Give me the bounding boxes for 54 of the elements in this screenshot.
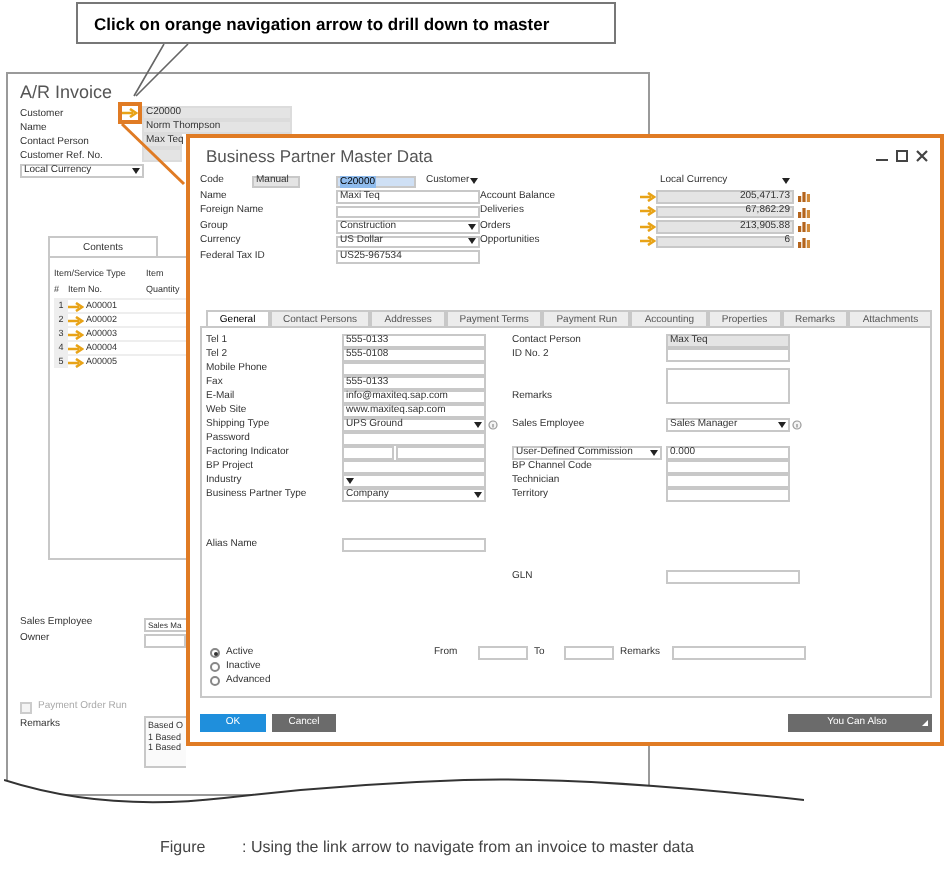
info-icon[interactable]	[792, 420, 802, 430]
callout: Click on orange navigation arrow to drill down to master	[76, 2, 616, 44]
dropdown-arrow-icon	[778, 422, 786, 428]
link-arrow-icon[interactable]	[68, 329, 84, 339]
input-field[interactable]	[666, 474, 790, 488]
window-title: A/R Invoice	[20, 80, 113, 104]
dropdown-arrow-icon	[474, 492, 482, 498]
link-arrow-icon[interactable]	[640, 236, 656, 247]
input-field[interactable]	[666, 488, 790, 502]
close-icon[interactable]	[916, 150, 928, 162]
bar-chart-icon[interactable]	[798, 220, 810, 233]
dropdown-arrow-icon	[132, 168, 140, 174]
input-field[interactable]	[342, 446, 394, 460]
input-field[interactable]	[342, 432, 486, 446]
input-field[interactable]	[564, 646, 614, 660]
text-area[interactable]	[666, 368, 790, 404]
dropdown-arrow-icon	[469, 178, 478, 185]
input-field[interactable]	[666, 460, 790, 474]
link-arrow-icon[interactable]	[68, 343, 84, 353]
radio-button[interactable]	[210, 662, 220, 672]
bar-chart-icon[interactable]	[798, 205, 810, 218]
input-field[interactable]	[672, 646, 806, 660]
radio-button[interactable]	[210, 648, 220, 658]
link-arrow-icon[interactable]	[640, 191, 656, 202]
link-arrow-icon[interactable]	[640, 221, 656, 232]
bar-chart-icon[interactable]	[798, 235, 810, 248]
input-field[interactable]	[396, 446, 486, 460]
link-arrow-icon[interactable]	[640, 206, 656, 217]
input-field[interactable]	[342, 538, 486, 552]
input-field[interactable]	[336, 205, 480, 218]
bar-chart-icon[interactable]	[798, 190, 810, 203]
dropdown[interactable]	[342, 474, 486, 488]
callout-pointer	[132, 44, 192, 98]
dropdown-arrow-icon	[474, 422, 482, 428]
dropdown-arrow-icon	[782, 178, 790, 185]
dropdown-arrow-icon	[650, 450, 658, 456]
link-arrow-icon[interactable]	[68, 357, 84, 367]
menu-arrow-icon	[922, 720, 928, 726]
link-arrow-icon[interactable]	[122, 108, 138, 118]
window-title: Business Partner Master Data	[206, 143, 433, 169]
maximize-icon[interactable]	[896, 150, 908, 162]
dropdown-arrow-icon	[346, 478, 354, 484]
input-field[interactable]	[342, 362, 486, 376]
input-field[interactable]	[144, 633, 186, 647]
input-field[interactable]	[666, 570, 800, 584]
input-field[interactable]	[342, 460, 486, 474]
input-field[interactable]	[666, 348, 790, 362]
radio-button[interactable]	[210, 676, 220, 686]
input-field[interactable]	[478, 646, 528, 660]
figure-label: Figure	[160, 836, 208, 860]
info-icon[interactable]	[488, 420, 498, 430]
link-arrow-icon[interactable]	[68, 301, 84, 311]
caption: : Using the link arrow to navigate from an invoice to master data	[242, 836, 694, 860]
link-arrow-icon[interactable]	[68, 315, 84, 325]
